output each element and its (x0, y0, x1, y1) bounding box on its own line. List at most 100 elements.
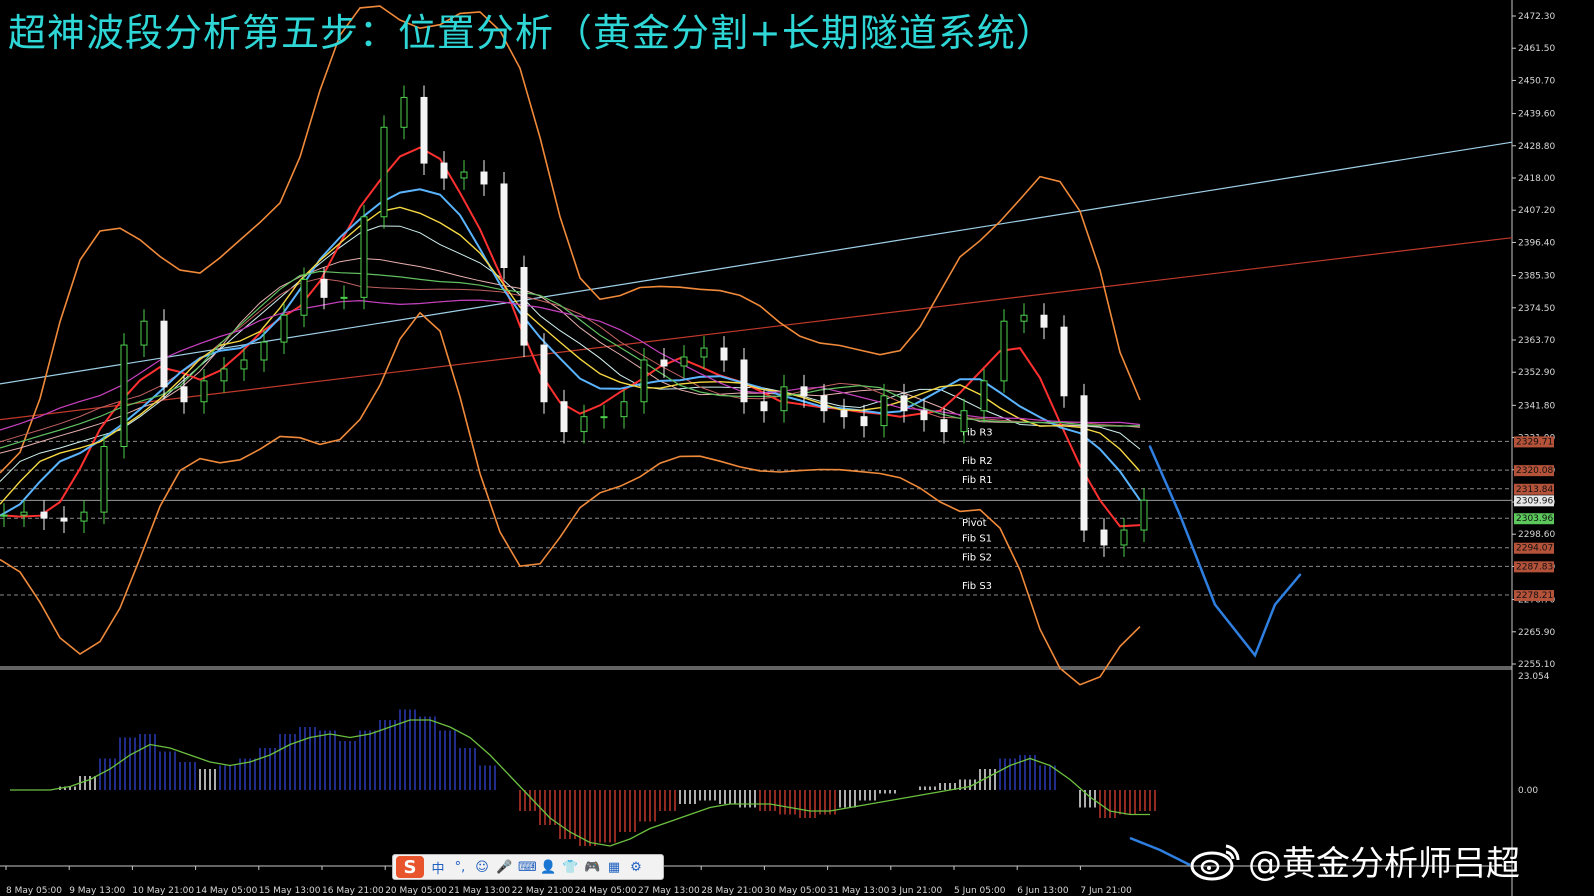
price-tick-label: 2450.70 (1518, 76, 1555, 86)
candle-body (1020, 314, 1028, 322)
candle-body (240, 359, 248, 370)
fib-price-tag-text: 2329.71 (1516, 437, 1553, 447)
candle-body (620, 401, 628, 418)
candle-body (160, 320, 168, 388)
time-tick-label: 14 May 05:00 (196, 886, 258, 896)
price-tick-label: 2472.30 (1518, 12, 1555, 22)
ime-emoji-icon[interactable]: ☺ (474, 860, 490, 875)
candle-body (740, 359, 748, 403)
fib-level-label: Fib R2 (962, 456, 993, 467)
time-tick-label: 10 May 21:00 (132, 886, 194, 896)
fib-price-tag-text: 2278.21 (1516, 591, 1553, 601)
price-tick-label: 2374.50 (1518, 304, 1555, 314)
candle-body (40, 511, 48, 519)
price-chart[interactable]: 2472.30 2461.50 2450.70 2439.60 2428.80 2418.… (0, 0, 1594, 896)
candle-body (720, 347, 728, 361)
time-tick-label: 3 Jun 21:00 (891, 886, 943, 896)
ma-green (0, 270, 1141, 449)
ma-magenta (0, 299, 1141, 431)
page-title: 超神波段分析第五步：位置分析（黄金分割+长期隧道系统） (8, 11, 1055, 55)
candle-body (700, 347, 708, 358)
candle-body (680, 356, 688, 367)
candle-body (500, 183, 508, 269)
candle-body (320, 278, 328, 298)
macd-top-label: 23.054 (1518, 672, 1550, 682)
candle-body (760, 401, 768, 412)
sogou-logo-icon[interactable]: S (396, 856, 424, 878)
candle-body (420, 96, 428, 164)
candle-body (1040, 314, 1048, 328)
price-tick-label: 2298.60 (1518, 530, 1555, 540)
price-tick-label: 2418.00 (1518, 174, 1555, 184)
candle-body (660, 359, 668, 367)
candle-body (20, 511, 28, 516)
candle-body (920, 410, 928, 421)
candle-body (360, 216, 368, 298)
candle-body (440, 162, 448, 179)
time-tick-label: 31 May 13:00 (828, 886, 890, 896)
tunnel-line-upper (0, 141, 1513, 385)
time-tick-label: 15 May 13:00 (259, 886, 321, 896)
candle-body (880, 395, 888, 427)
time-tick-label: 16 May 21:00 (322, 886, 384, 896)
time-tick-label: 5 Jun 05:00 (954, 886, 1006, 896)
price-tick-label: 2407.20 (1518, 206, 1555, 216)
macd-forecast-path (1129, 836, 1191, 867)
ime-toolbar[interactable]: S 中 °, ☺ 🎤 ⌨ 👤 👕 🎮 ▦ ⚙ (392, 854, 664, 880)
current-price-tag-text: 2309.96 (1516, 496, 1553, 506)
ime-keyboard-icon[interactable]: ⌨ (518, 860, 537, 875)
candle-body (800, 386, 808, 397)
ime-user-icon[interactable]: 👤 (540, 860, 556, 875)
time-tick-label: 20 May 05:00 (385, 886, 447, 896)
candle-body (280, 314, 288, 343)
ime-chinese-mode-icon[interactable]: 中 (430, 858, 446, 877)
fib-price-tag-text: 2287.83 (1516, 562, 1553, 572)
ime-voice-icon[interactable]: 🎤 (496, 860, 512, 875)
fib-level-label: Fib R1 (962, 475, 993, 486)
candle-body (1060, 326, 1068, 397)
ma-ribbon-line (0, 299, 1141, 431)
price-tick-label: 2265.90 (1518, 628, 1555, 638)
time-tick-label: 21 May 13:00 (448, 886, 510, 896)
fib-price-tag-text: 2313.84 (1516, 485, 1553, 495)
candle-body (380, 126, 388, 218)
macd-zero-label: 0.00 (1518, 786, 1538, 796)
candle-body (1140, 499, 1148, 531)
fib-price-tag-text: 2303.96 (1516, 514, 1553, 524)
ime-settings-icon[interactable]: ⚙ (628, 860, 644, 875)
fib-level-label: Fib S1 (962, 534, 992, 545)
ime-toolbox-icon[interactable]: ▦ (606, 860, 622, 875)
watermark-text: @黄金分析师吕超 (1248, 844, 1520, 884)
ime-skin-icon[interactable]: 👕 (562, 860, 578, 875)
time-tick-label: 24 May 05:00 (575, 886, 637, 896)
ime-punctuation-icon[interactable]: °, (452, 860, 468, 875)
time-tick-label: 9 May 13:00 (69, 886, 125, 896)
candle-body (780, 386, 788, 412)
candle-body (980, 380, 988, 412)
price-tick-label: 2385.30 (1518, 272, 1555, 282)
candle-body (840, 410, 848, 418)
candle-body (480, 171, 488, 185)
price-tick-label: 2352.90 (1518, 368, 1555, 378)
candle-body (560, 401, 568, 433)
time-tick-label: 22 May 21:00 (512, 886, 574, 896)
ime-game-icon[interactable]: 🎮 (584, 860, 600, 875)
time-tick-label: 8 May 05:00 (6, 886, 62, 896)
fib-level-label: Fib S3 (962, 581, 992, 592)
candle-body (1120, 529, 1128, 546)
time-tick-label: 28 May 21:00 (701, 886, 763, 896)
candle-body (640, 359, 648, 403)
watermark: @黄金分析师吕超 (1190, 836, 1520, 885)
candle-body (400, 96, 408, 128)
candle-body (940, 419, 948, 433)
candle-body (1080, 395, 1088, 531)
candle-body (900, 395, 908, 412)
price-tick-label: 2363.70 (1518, 336, 1555, 346)
time-tick-label: 27 May 13:00 (638, 886, 700, 896)
candle-body (460, 171, 468, 179)
fib-level-label: Pivot (962, 518, 987, 529)
candle-body (1000, 320, 1008, 382)
time-tick-label: 7 Jun 21:00 (1080, 886, 1132, 896)
candle-body (960, 410, 968, 433)
price-tick-label: 2428.80 (1518, 142, 1555, 152)
